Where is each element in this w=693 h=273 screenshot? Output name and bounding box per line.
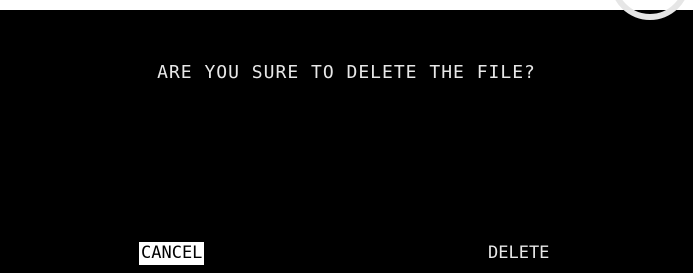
corner-arc-decoration <box>610 0 690 20</box>
cancel-button[interactable]: CANCEL <box>139 242 205 265</box>
delete-confirm-screen: ARE YOU SURE TO DELETE THE FILE? CANCEL … <box>0 0 693 273</box>
delete-button[interactable]: DELETE <box>486 242 551 265</box>
top-bar <box>0 0 693 10</box>
dialog-message: ARE YOU SURE TO DELETE THE FILE? <box>157 62 536 83</box>
